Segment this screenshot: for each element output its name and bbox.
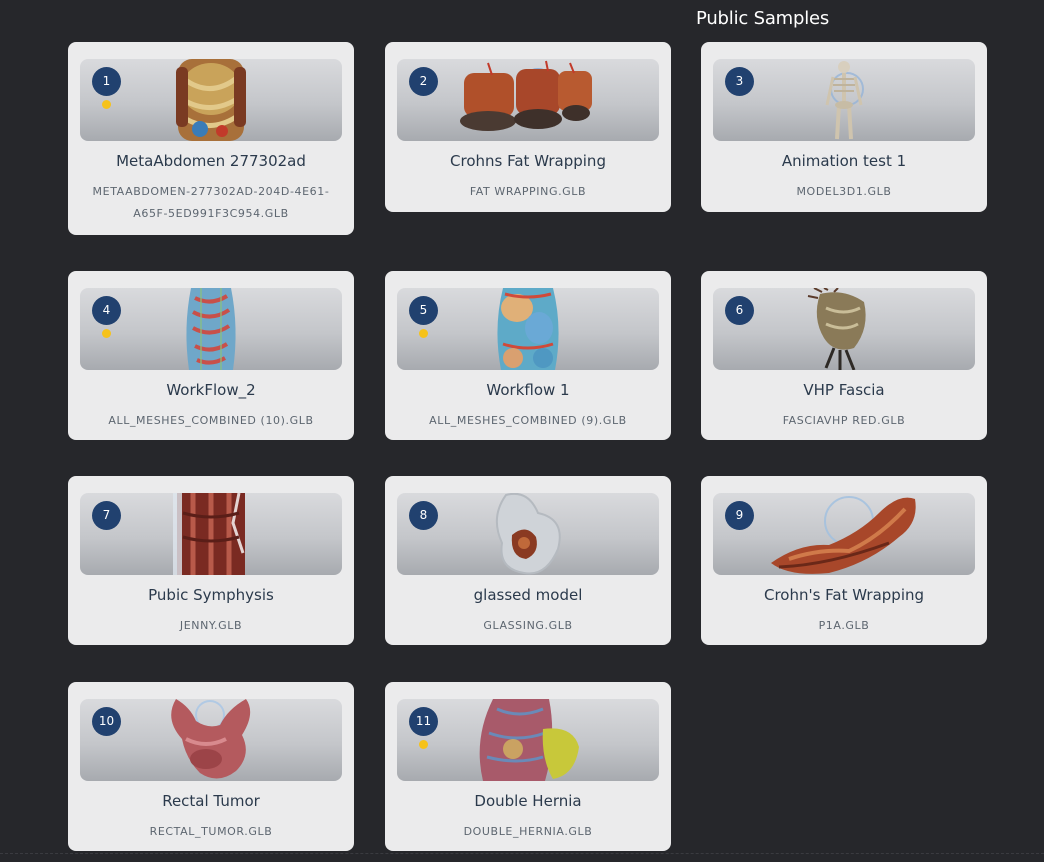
card-number-badge: 6	[725, 296, 754, 325]
card-title[interactable]: Pubic Symphysis	[68, 586, 354, 604]
muscle-model-icon	[173, 493, 245, 575]
status-dot	[102, 329, 111, 338]
sample-card-9[interactable]: 9 Crohn's Fat Wrapping P1A.GLB	[701, 476, 987, 645]
card-number-badge: 10	[92, 707, 121, 736]
sample-card-11[interactable]: 11 Double Hernia DOUBLE_HERNIA.GLB	[385, 682, 671, 851]
card-thumbnail[interactable]: 5	[397, 288, 659, 370]
card-filename: FAT WRAPPING.GLB	[469, 185, 587, 198]
sample-card-6[interactable]: 6 VHP Fascia FASCIAVHP RED.GLB	[701, 271, 987, 440]
card-thumbnail[interactable]: 2	[397, 59, 659, 141]
status-dot	[419, 329, 428, 338]
fascia-model-icon	[807, 288, 866, 370]
abdomen-model-icon	[176, 59, 246, 141]
card-filename: DOUBLE_HERNIA.GLB	[463, 825, 593, 838]
card-number-badge: 9	[725, 501, 754, 530]
card-filename: MODEL3D1.GLB	[796, 185, 892, 198]
card-title[interactable]: Crohn's Fat Wrapping	[701, 586, 987, 604]
card-number-badge: 11	[409, 707, 438, 736]
card-thumbnail[interactable]: 3	[713, 59, 975, 141]
card-number-badge: 4	[92, 296, 121, 325]
card-number-badge: 5	[409, 296, 438, 325]
card-filename: FASCIAVHP RED.GLB	[782, 414, 906, 427]
card-title[interactable]: glassed model	[385, 586, 671, 604]
card-thumbnail[interactable]: 7	[80, 493, 342, 575]
section-title: Public Samples	[696, 8, 830, 29]
card-title[interactable]: VHP Fascia	[701, 381, 987, 399]
card-thumbnail[interactable]: 6	[713, 288, 975, 370]
card-filename: ALL_MESHES_COMBINED (9).GLB	[429, 414, 627, 427]
card-filename: GLASSING.GLB	[483, 619, 573, 632]
card-title[interactable]: Double Hernia	[385, 792, 671, 810]
card-thumbnail[interactable]: 1	[80, 59, 342, 141]
skeleton-model-icon	[825, 61, 864, 140]
card-title[interactable]: Crohns Fat Wrapping	[385, 152, 671, 170]
sample-card-1[interactable]: 1 MetaAbdomen 277302ad METAABDOMEN-27730…	[68, 42, 354, 235]
card-thumbnail[interactable]: 9	[713, 493, 975, 575]
card-thumbnail[interactable]: 8	[397, 493, 659, 575]
card-thumbnail[interactable]: 11	[397, 699, 659, 781]
sample-card-2[interactable]: 2 Crohns Fat Wrapping FAT WRAPPING.GLB	[385, 42, 671, 212]
card-number-badge: 2	[409, 67, 438, 96]
card-title[interactable]: Animation test 1	[701, 152, 987, 170]
card-title[interactable]: Rectal Tumor	[68, 792, 354, 810]
card-title[interactable]: Workflow 1	[385, 381, 671, 399]
card-thumbnail[interactable]: 4	[80, 288, 342, 370]
card-thumbnail[interactable]: 10	[80, 699, 342, 781]
card-title[interactable]: MetaAbdomen 277302ad	[68, 152, 354, 170]
sample-card-8[interactable]: 8 glassed model GLASSING.GLB	[385, 476, 671, 645]
sample-card-3[interactable]: 3 Animation test 1 MODEL3D1.GLB	[701, 42, 987, 212]
status-dot	[102, 100, 111, 109]
card-number-badge: 7	[92, 501, 121, 530]
card-title[interactable]: WorkFlow_2	[68, 381, 354, 399]
card-filename: ALL_MESHES_COMBINED (10).GLB	[108, 414, 314, 427]
card-filename: JENNY.GLB	[179, 619, 243, 632]
status-dot	[419, 740, 428, 749]
intestine-model-icon	[771, 496, 916, 574]
torso-model-icon	[186, 288, 236, 370]
card-filename: P1A.GLB	[818, 619, 870, 632]
glass-model-icon	[495, 493, 561, 575]
card-number-badge: 3	[725, 67, 754, 96]
rectum-model-icon	[171, 699, 251, 779]
sample-card-4[interactable]: 4 WorkFlow_2 ALL_MESHES_COMBINED (10).GL…	[68, 271, 354, 440]
section-divider	[0, 853, 1044, 854]
card-number-badge: 1	[92, 67, 121, 96]
bowel-model-icon	[460, 60, 592, 131]
sample-card-7[interactable]: 7 Pubic Symphysis JENNY.GLB	[68, 476, 354, 645]
organs-model-icon	[497, 288, 559, 370]
sample-card-10[interactable]: 10 Rectal Tumor RECTAL_TUMOR.GLB	[68, 682, 354, 851]
card-filename: METAABDOMEN-277302AD-204D-4E61-A65F-5ED9…	[92, 185, 330, 220]
sample-card-5[interactable]: 5 Workflow 1 ALL_MESHES_COMBINED (9).GLB	[385, 271, 671, 440]
hernia-model-icon	[479, 699, 579, 781]
card-number-badge: 8	[409, 501, 438, 530]
card-filename: RECTAL_TUMOR.GLB	[149, 825, 273, 838]
